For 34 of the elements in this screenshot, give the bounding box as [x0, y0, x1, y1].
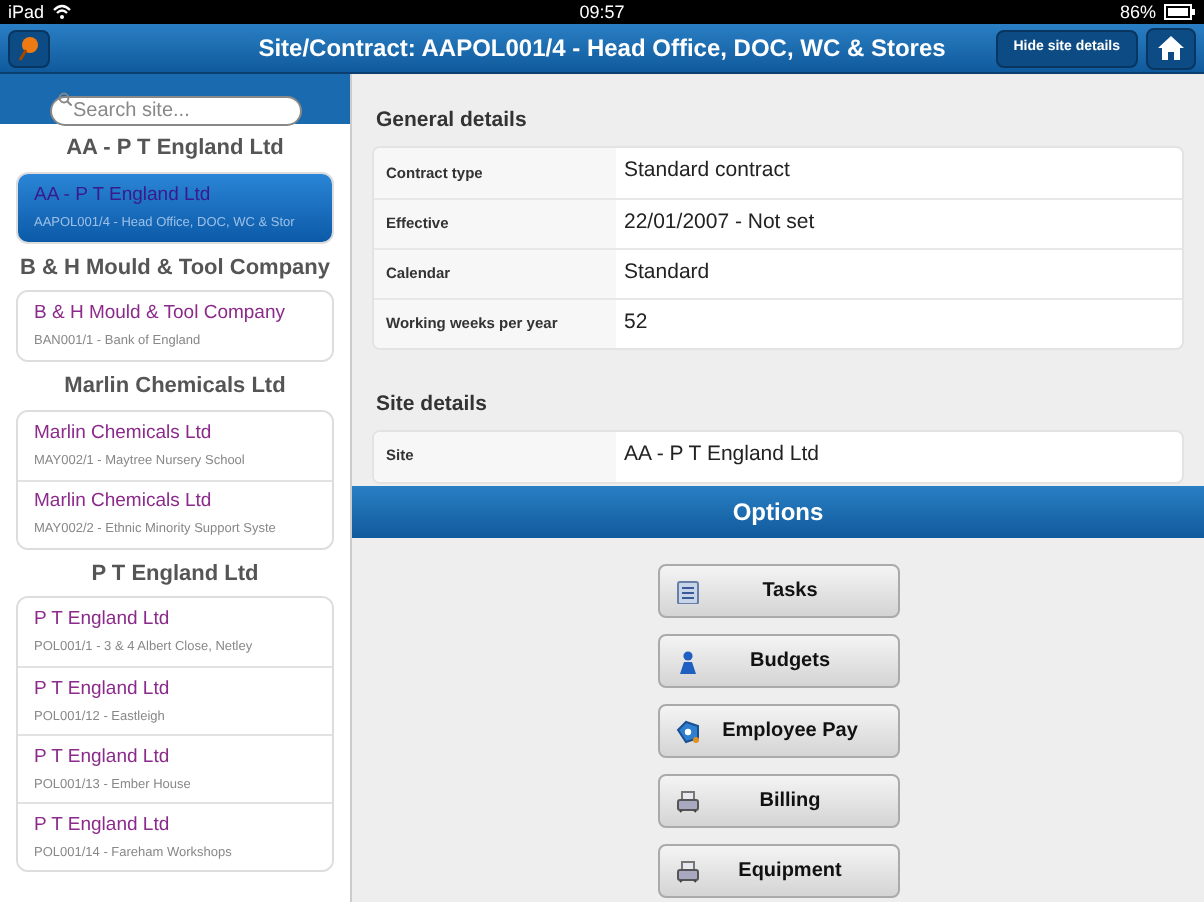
battery-icon [1164, 4, 1196, 20]
search-field[interactable]: Search site... [49, 96, 301, 126]
field-value: AA - P T England Ltd [622, 440, 821, 471]
field-value: Standard [622, 257, 712, 288]
pin-icon [18, 35, 40, 61]
battery-level: 86% [1119, 0, 1156, 24]
pawn-icon [675, 649, 699, 673]
field-value: 22/01/2007 - Not set [622, 207, 817, 238]
section-heading: Site details [374, 389, 489, 420]
tag-icon [675, 719, 699, 743]
field-value: 52 [622, 307, 650, 338]
home-icon [1158, 36, 1184, 60]
group-heading: AA - P T England Ltd [64, 134, 286, 164]
device-name: iPad [8, 0, 45, 24]
option-button[interactable]: Tasks [657, 564, 899, 618]
list-icon [675, 579, 699, 603]
page-title: Site/Contract: AAPOL001/4 - Head Office, DOC, WC & Stores [258, 32, 946, 66]
options-header: Options [352, 486, 1204, 538]
wifi-icon [52, 4, 73, 20]
group-heading: P T England Ltd [89, 559, 261, 589]
option-button[interactable]: Employee Pay [657, 704, 899, 758]
section-heading: General details [374, 106, 529, 136]
search-icon [57, 92, 71, 106]
clock: 09:57 [579, 0, 625, 24]
option-button[interactable]: Equipment [657, 844, 899, 898]
field-value: Standard contract [622, 156, 792, 187]
group-heading: B & H Mould & Tool Company [17, 253, 332, 283]
home-button[interactable] [1146, 27, 1196, 69]
option-button[interactable]: Billing [657, 774, 899, 828]
printer-icon [675, 789, 699, 813]
printer-icon [675, 859, 699, 883]
option-button[interactable]: Budgets [657, 634, 899, 688]
pin-button[interactable] [8, 29, 50, 67]
group-heading: Marlin Chemicals Ltd [62, 372, 288, 402]
